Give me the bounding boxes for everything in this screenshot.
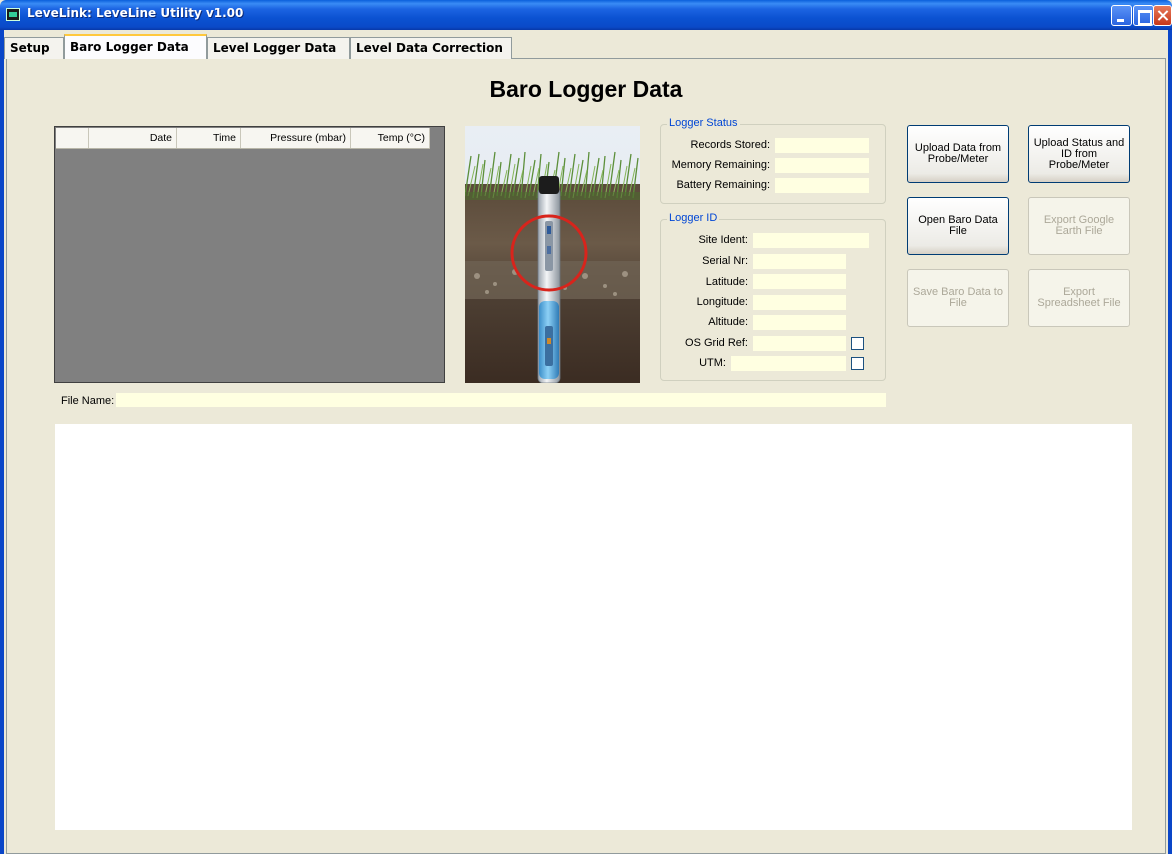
tab-setup[interactable]: Setup	[4, 37, 64, 59]
probe-illustration	[465, 126, 640, 383]
altitude-label: Altitude:	[708, 316, 748, 328]
export-spreadsheet-button: Export Spreadsheet File	[1028, 269, 1130, 327]
data-grid[interactable]: Date Time Pressure (mbar) Temp (°C)	[54, 126, 445, 383]
open-baro-data-button[interactable]: Open Baro Data File	[907, 197, 1009, 255]
battery-remaining-label: Battery Remaining:	[676, 179, 770, 191]
records-stored-field	[775, 138, 869, 153]
os-grid-ref-checkbox[interactable]	[851, 337, 864, 350]
window-title: LeveLink: LeveLine Utility v1.00	[27, 6, 244, 20]
upload-data-button[interactable]: Upload Data from Probe/Meter	[907, 125, 1009, 183]
save-baro-data-button: Save Baro Data to File	[907, 269, 1009, 327]
title-bar[interactable]: LeveLink: LeveLine Utility v1.00	[0, 0, 1172, 30]
grid-header: Date Time Pressure (mbar) Temp (°C)	[56, 128, 430, 149]
memory-remaining-field	[775, 158, 869, 173]
tab-baro-logger-data[interactable]: Baro Logger Data	[64, 34, 207, 59]
logger-id-legend: Logger ID	[667, 212, 720, 224]
app-icon	[6, 8, 20, 21]
serial-nr-label: Serial Nr:	[702, 255, 748, 267]
column-header-temp[interactable]: Temp (°C)	[351, 128, 430, 148]
data-plot-area[interactable]	[55, 424, 1132, 830]
maximize-button[interactable]	[1133, 5, 1154, 26]
battery-remaining-field	[775, 178, 869, 193]
close-button[interactable]	[1153, 5, 1172, 26]
utm-checkbox[interactable]	[851, 357, 864, 370]
tab-level-data-correction[interactable]: Level Data Correction	[350, 37, 512, 59]
minimize-button[interactable]	[1111, 5, 1132, 26]
records-stored-label: Records Stored:	[690, 139, 770, 151]
upload-status-button[interactable]: Upload Status and ID from Probe/Meter	[1028, 125, 1130, 183]
latitude-label: Latitude:	[705, 276, 748, 288]
altitude-field[interactable]	[753, 315, 846, 330]
page-title: Baro Logger Data	[489, 76, 683, 102]
window-frame-right	[1168, 30, 1172, 854]
window-frame-left	[0, 30, 4, 854]
column-header-date[interactable]: Date	[89, 128, 177, 148]
logger-status-legend: Logger Status	[667, 117, 740, 129]
os-grid-ref-field[interactable]	[753, 336, 846, 351]
latitude-field[interactable]	[753, 274, 846, 289]
file-name-field	[116, 393, 886, 407]
site-ident-label: Site Ident:	[698, 234, 748, 246]
file-name-label: File Name:	[61, 395, 115, 407]
utm-field[interactable]	[731, 356, 846, 371]
utm-label: UTM:	[699, 357, 726, 369]
site-ident-field[interactable]	[753, 233, 869, 248]
longitude-label: Longitude:	[696, 296, 748, 308]
column-header-time[interactable]: Time	[177, 128, 241, 148]
longitude-field[interactable]	[753, 295, 846, 310]
column-header-pressure[interactable]: Pressure (mbar)	[241, 128, 351, 148]
os-grid-ref-label: OS Grid Ref:	[685, 337, 748, 349]
grid-row-selector-header[interactable]	[56, 128, 89, 148]
export-google-earth-button: Export Google Earth File	[1028, 197, 1130, 255]
memory-remaining-label: Memory Remaining:	[671, 159, 770, 171]
tab-level-logger-data[interactable]: Level Logger Data	[207, 37, 350, 59]
serial-nr-field	[753, 254, 846, 269]
